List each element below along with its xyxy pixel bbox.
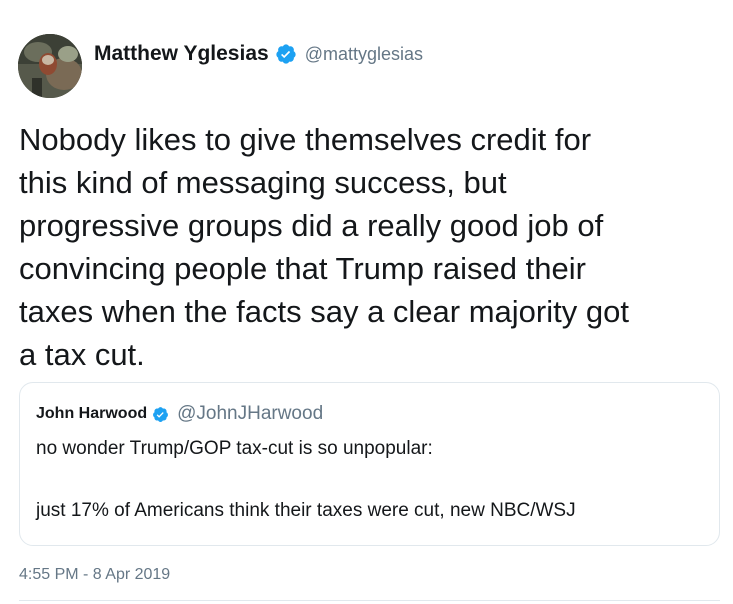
quoted-tweet-header: John Harwood @JohnJHarwood: [36, 403, 323, 425]
author-names: Matthew Yglesias @mattyglesias: [94, 42, 423, 66]
author-display-name[interactable]: Matthew Yglesias: [94, 42, 269, 66]
avatar[interactable]: [18, 34, 82, 98]
quoted-author-display-name: John Harwood: [36, 405, 148, 422]
quoted-tweet-text-line: just 17% of Americans think their taxes …: [36, 500, 576, 521]
tweet-header: Matthew Yglesias @mattyglesias: [18, 34, 423, 98]
tweet-text: Nobody likes to give themselves credit f…: [19, 122, 629, 372]
tweet-card: Matthew Yglesias @mattyglesias Nobody li…: [0, 0, 733, 604]
quoted-author-handle: @JohnJHarwood: [177, 403, 324, 424]
quoted-tweet-text-line: no wonder Trump/GOP tax-cut is so unpopu…: [36, 438, 433, 459]
avatar-image: [18, 34, 82, 98]
tweet-timestamp[interactable]: 4:55 PM - 8 Apr 2019: [19, 566, 170, 584]
quoted-tweet[interactable]: John Harwood @JohnJHarwood no wonder Tru…: [19, 382, 720, 546]
verified-badge-icon: [152, 406, 169, 423]
divider: [19, 600, 720, 601]
author-handle[interactable]: @mattyglesias: [305, 44, 423, 65]
verified-badge-icon: [275, 43, 297, 65]
